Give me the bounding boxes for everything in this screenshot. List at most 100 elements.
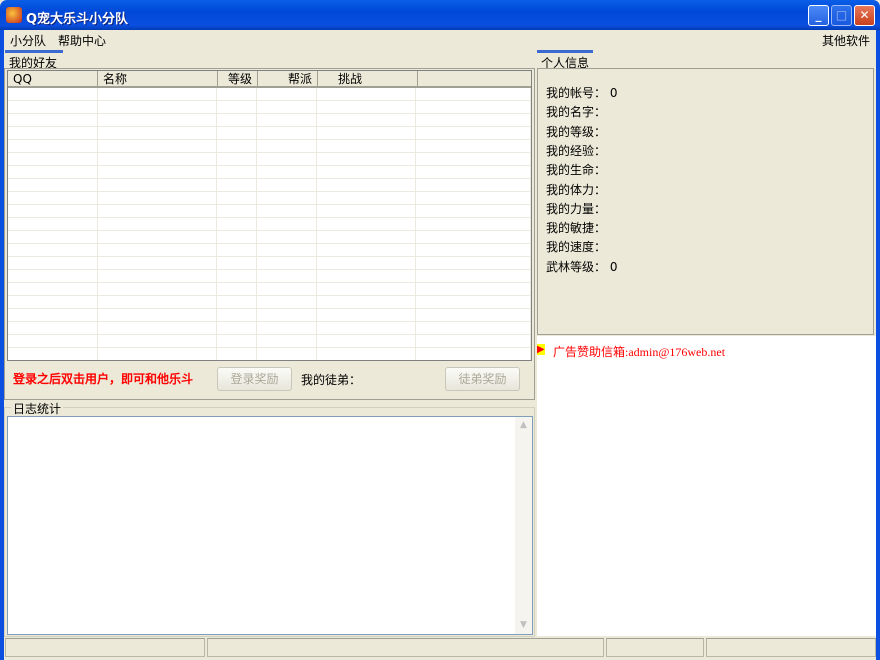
scroll-down-icon[interactable]: ▼ — [515, 617, 532, 634]
table-cell — [217, 153, 258, 165]
table-cell — [416, 88, 531, 100]
table-cell — [217, 179, 258, 191]
menu-other-software[interactable]: 其他软件 — [822, 32, 870, 49]
table-cell — [98, 205, 218, 217]
table-cell — [98, 270, 218, 282]
profile-field: 我的生命： — [546, 161, 606, 178]
table-row[interactable] — [8, 140, 531, 153]
table-cell — [317, 205, 417, 217]
table-row[interactable] — [8, 166, 531, 179]
table-cell — [8, 127, 98, 139]
table-cell — [257, 127, 317, 139]
table-row[interactable] — [8, 218, 531, 231]
table-cell — [8, 335, 98, 347]
scroll-up-icon[interactable]: ▲ — [515, 417, 532, 434]
table-cell — [317, 153, 417, 165]
table-row[interactable] — [8, 322, 531, 335]
menu-squad[interactable]: 小分队 — [10, 32, 46, 49]
table-row[interactable] — [8, 335, 531, 348]
profile-field-value: 0 — [609, 259, 618, 274]
close-button[interactable]: ✕ — [854, 5, 875, 26]
table-cell — [416, 127, 531, 139]
friends-table: QQ 名称 等级 帮派 挑战 — [7, 70, 532, 361]
table-row[interactable] — [8, 179, 531, 192]
minimize-button[interactable]: _ — [808, 5, 829, 26]
table-row[interactable] — [8, 257, 531, 270]
profile-field: 我的名字： — [546, 103, 606, 120]
ad-area: ▶ 广告赞助信箱:admin@176web.net — [537, 336, 876, 636]
menu-help[interactable]: 帮助中心 — [58, 32, 106, 49]
table-row[interactable] — [8, 153, 531, 166]
table-cell — [257, 309, 317, 321]
col-challenge[interactable]: 挑战 — [318, 71, 418, 86]
table-cell — [416, 179, 531, 191]
table-cell — [257, 192, 317, 204]
table-cell — [416, 335, 531, 347]
table-cell — [416, 244, 531, 256]
table-cell — [416, 231, 531, 243]
table-cell — [257, 296, 317, 308]
table-row[interactable] — [8, 244, 531, 257]
table-row[interactable] — [8, 88, 531, 101]
table-cell — [98, 88, 218, 100]
col-level[interactable]: 等级 — [218, 71, 258, 86]
table-cell — [98, 309, 218, 321]
table-row[interactable] — [8, 205, 531, 218]
table-cell — [257, 270, 317, 282]
table-row[interactable] — [8, 101, 531, 114]
table-cell — [8, 270, 98, 282]
table-cell — [98, 296, 218, 308]
menu-bar: 小分队 帮助中心 其他软件 — [4, 30, 876, 49]
table-row[interactable] — [8, 270, 531, 283]
table-cell — [317, 283, 417, 295]
profile-field: 我的速度： — [546, 238, 606, 255]
table-cell — [217, 101, 258, 113]
table-cell — [98, 101, 218, 113]
table-row[interactable] — [8, 127, 531, 140]
table-cell — [8, 244, 98, 256]
profile-field-label: 我的速度： — [546, 240, 607, 255]
table-cell — [317, 192, 417, 204]
profile-field: 我的帐号： 0 — [546, 84, 617, 101]
table-cell — [217, 270, 258, 282]
table-cell — [317, 348, 417, 360]
table-cell — [98, 231, 218, 243]
login-reward-button[interactable]: 登录奖励 — [217, 367, 292, 391]
col-qq[interactable]: QQ — [8, 71, 98, 86]
profile-field-label: 我的等级： — [546, 124, 607, 139]
tab-profile[interactable]: 个人信息 — [537, 50, 593, 70]
table-row[interactable] — [8, 296, 531, 309]
table-cell — [257, 114, 317, 126]
table-cell — [98, 348, 218, 360]
table-cell — [317, 114, 417, 126]
tab-friends[interactable]: 我的好友 — [5, 50, 63, 70]
col-name[interactable]: 名称 — [98, 71, 218, 86]
table-cell — [257, 322, 317, 334]
ad-email-link[interactable]: 广告赞助信箱:admin@176web.net — [553, 343, 725, 360]
table-cell — [257, 244, 317, 256]
maximize-button[interactable]: □ — [831, 5, 852, 26]
table-row[interactable] — [8, 348, 531, 360]
table-row[interactable] — [8, 192, 531, 205]
table-cell — [8, 257, 98, 269]
table-cell — [317, 127, 417, 139]
log-title: 日志统计 — [11, 400, 64, 417]
table-row[interactable] — [8, 231, 531, 244]
table-row[interactable] — [8, 283, 531, 296]
table-cell — [8, 192, 98, 204]
log-textarea[interactable]: ▲ ▼ — [7, 416, 533, 635]
table-cell — [416, 140, 531, 152]
table-cell — [8, 140, 98, 152]
log-scrollbar[interactable]: ▲ ▼ — [515, 417, 532, 634]
table-cell — [416, 348, 531, 360]
title-bar[interactable]: Q宠大乐斗小分队 _ □ ✕ — [0, 0, 880, 30]
col-faction[interactable]: 帮派 — [258, 71, 318, 86]
apprentice-reward-button[interactable]: 徒弟奖励 — [445, 367, 520, 391]
table-cell — [8, 88, 98, 100]
table-cell — [257, 88, 317, 100]
profile-field-label: 我的体力： — [546, 182, 607, 197]
table-cell — [98, 322, 218, 334]
table-cell — [8, 205, 98, 217]
table-row[interactable] — [8, 114, 531, 127]
table-row[interactable] — [8, 309, 531, 322]
